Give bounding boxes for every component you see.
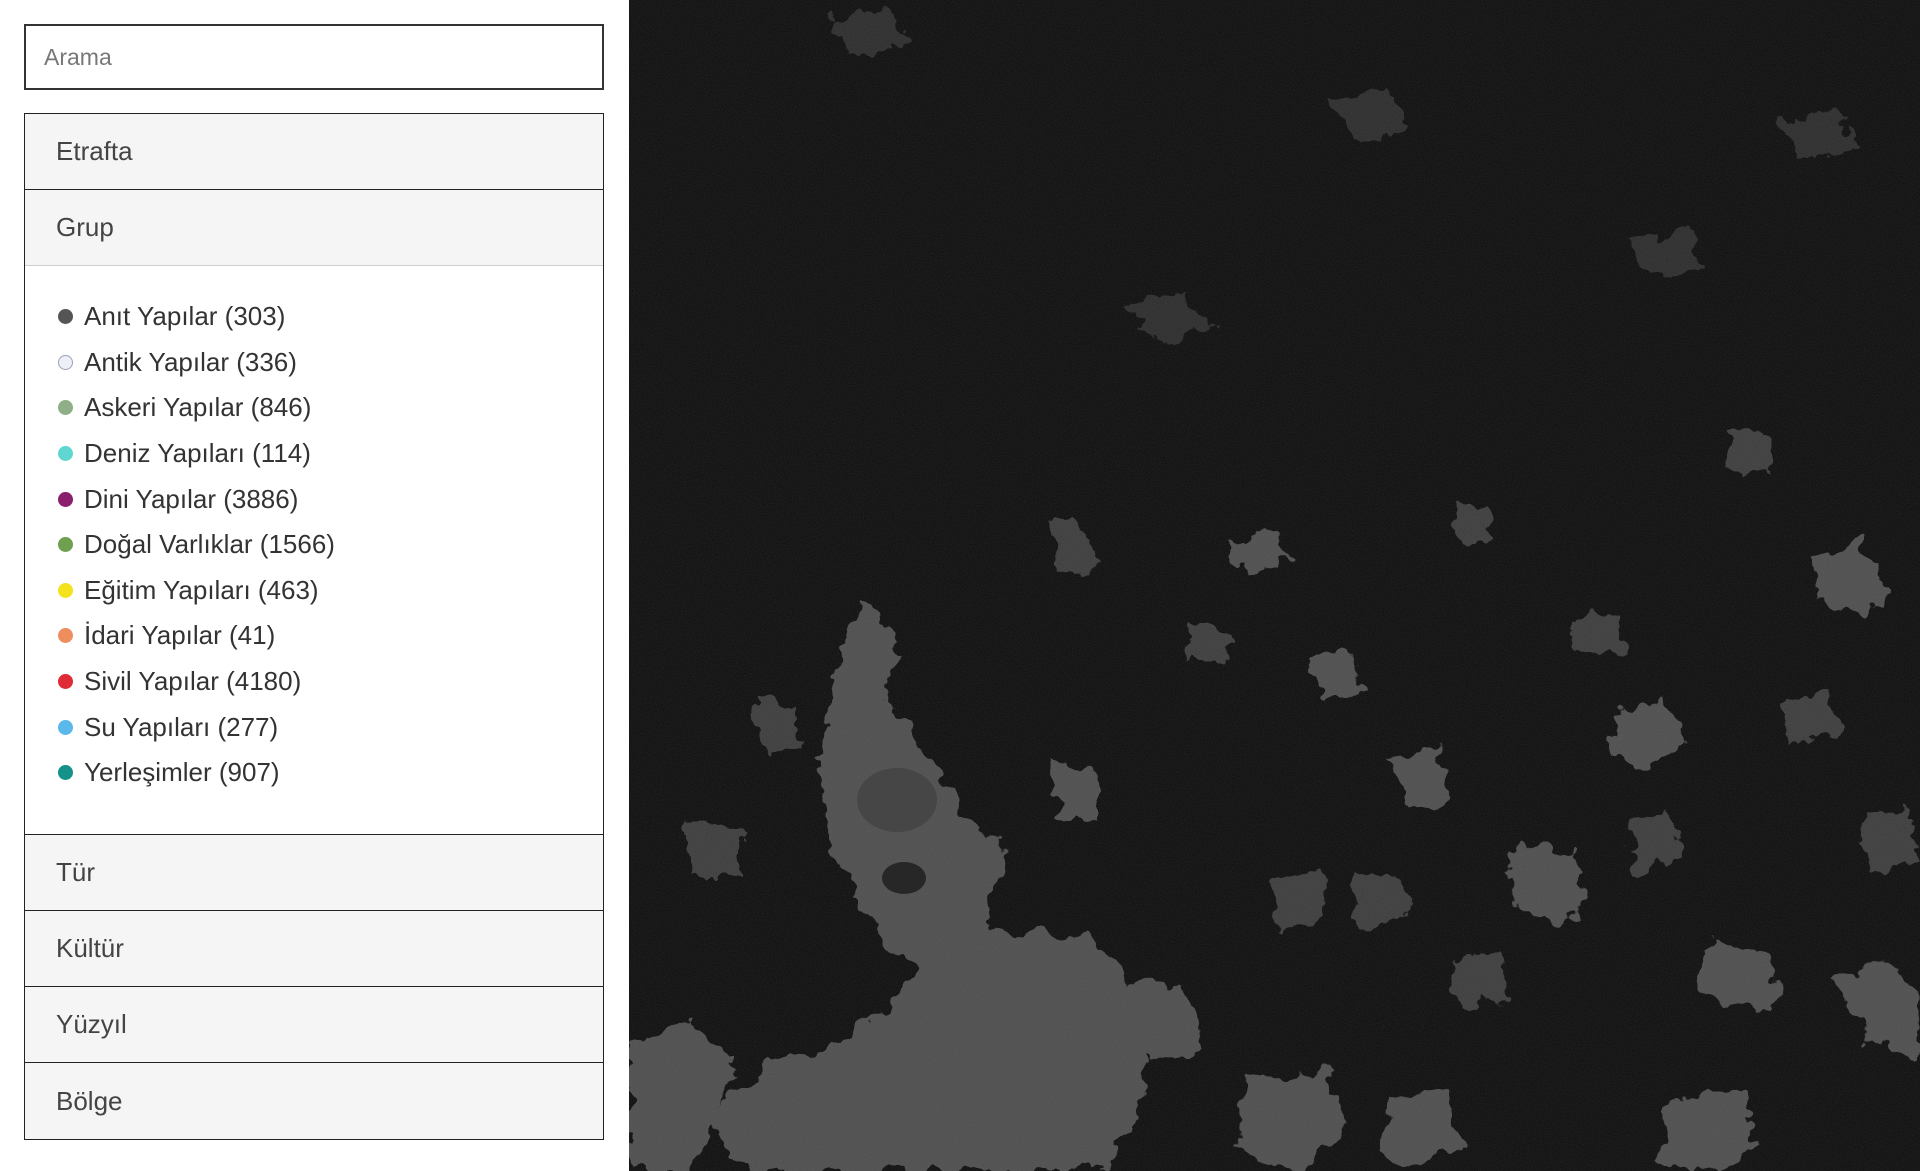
group-color-dot-icon (58, 674, 73, 690)
group-filter-label: Askeri Yapılar (846) (84, 392, 312, 423)
section-grup[interactable]: Grup (25, 190, 603, 266)
group-filter-label: Yerleşimler (907) (84, 757, 280, 788)
section-etrafta[interactable]: Etrafta (25, 114, 603, 190)
group-filter-item[interactable]: Dini Yapılar (3886) (58, 476, 603, 522)
group-color-dot-icon (58, 765, 73, 781)
group-filter-item[interactable]: Askeri Yapılar (846) (58, 385, 603, 431)
group-filter-item[interactable]: Anıt Yapılar (303) (58, 294, 603, 340)
search-input[interactable] (24, 24, 604, 90)
group-list: Anıt Yapılar (303) Antik Yapılar (336) Ask… (25, 266, 603, 835)
map-canvas[interactable] (629, 0, 1920, 1171)
group-filter-item[interactable]: Deniz Yapıları (114) (58, 431, 603, 477)
section-etrafta-label: Etrafta (56, 136, 133, 166)
group-filter-label: Deniz Yapıları (114) (84, 438, 311, 469)
group-filter-item[interactable]: Doğal Varlıklar (1566) (58, 522, 603, 568)
group-color-dot-icon (58, 309, 73, 325)
group-filter-item[interactable]: İdari Yapılar (41) (58, 613, 603, 659)
satellite-imagery (629, 0, 1920, 1171)
group-filter-label: Su Yapıları (277) (84, 711, 279, 742)
group-color-dot-icon (58, 400, 73, 416)
filter-accordion: Etrafta Grup Anıt Yapılar (303) Antik Yap… (24, 113, 604, 1140)
section-yuzyil-label: Yüzyıl (56, 1009, 127, 1039)
section-kultur-label: Kültür (56, 933, 124, 963)
group-filter-label: Antik Yapılar (336) (84, 346, 297, 377)
group-color-dot-icon (58, 582, 73, 598)
group-color-dot-icon (58, 719, 73, 735)
group-filter-label: Anıt Yapılar (303) (84, 301, 286, 332)
group-filter-label: Eğitim Yapıları (463) (84, 574, 319, 605)
group-color-dot-icon (58, 354, 73, 370)
section-bolge-label: Bölge (56, 1085, 123, 1116)
section-tur-label: Tür (56, 857, 95, 887)
group-filter-item[interactable]: Sivil Yapılar (4180) (58, 659, 603, 705)
group-color-dot-icon (58, 491, 73, 507)
section-bolge[interactable]: Bölge (25, 1063, 603, 1139)
group-filter-item[interactable]: Eğitim Yapıları (463) (58, 568, 603, 614)
group-filter-label: Dini Yapılar (3886) (84, 483, 299, 514)
group-color-dot-icon (58, 537, 73, 553)
section-grup-label: Grup (56, 212, 114, 242)
group-filter-item[interactable]: Su Yapıları (277) (58, 704, 603, 750)
section-tur[interactable]: Tür (25, 835, 603, 911)
group-filter-item[interactable]: Antik Yapılar (336) (58, 340, 603, 386)
filter-sidebar: Etrafta Grup Anıt Yapılar (303) Antik Yap… (0, 0, 629, 1171)
group-filter-label: İdari Yapılar (41) (84, 620, 276, 651)
section-kultur[interactable]: Kültür (25, 911, 603, 987)
group-color-dot-icon (58, 446, 73, 462)
section-yuzyil[interactable]: Yüzyıl (25, 987, 603, 1063)
group-filter-label: Sivil Yapılar (4180) (84, 666, 302, 697)
group-filter-label: Doğal Varlıklar (1566) (84, 529, 335, 560)
group-color-dot-icon (58, 628, 73, 644)
group-filter-item[interactable]: Yerleşimler (907) (58, 750, 603, 796)
app: Etrafta Grup Anıt Yapılar (303) Antik Yap… (0, 0, 1920, 1171)
